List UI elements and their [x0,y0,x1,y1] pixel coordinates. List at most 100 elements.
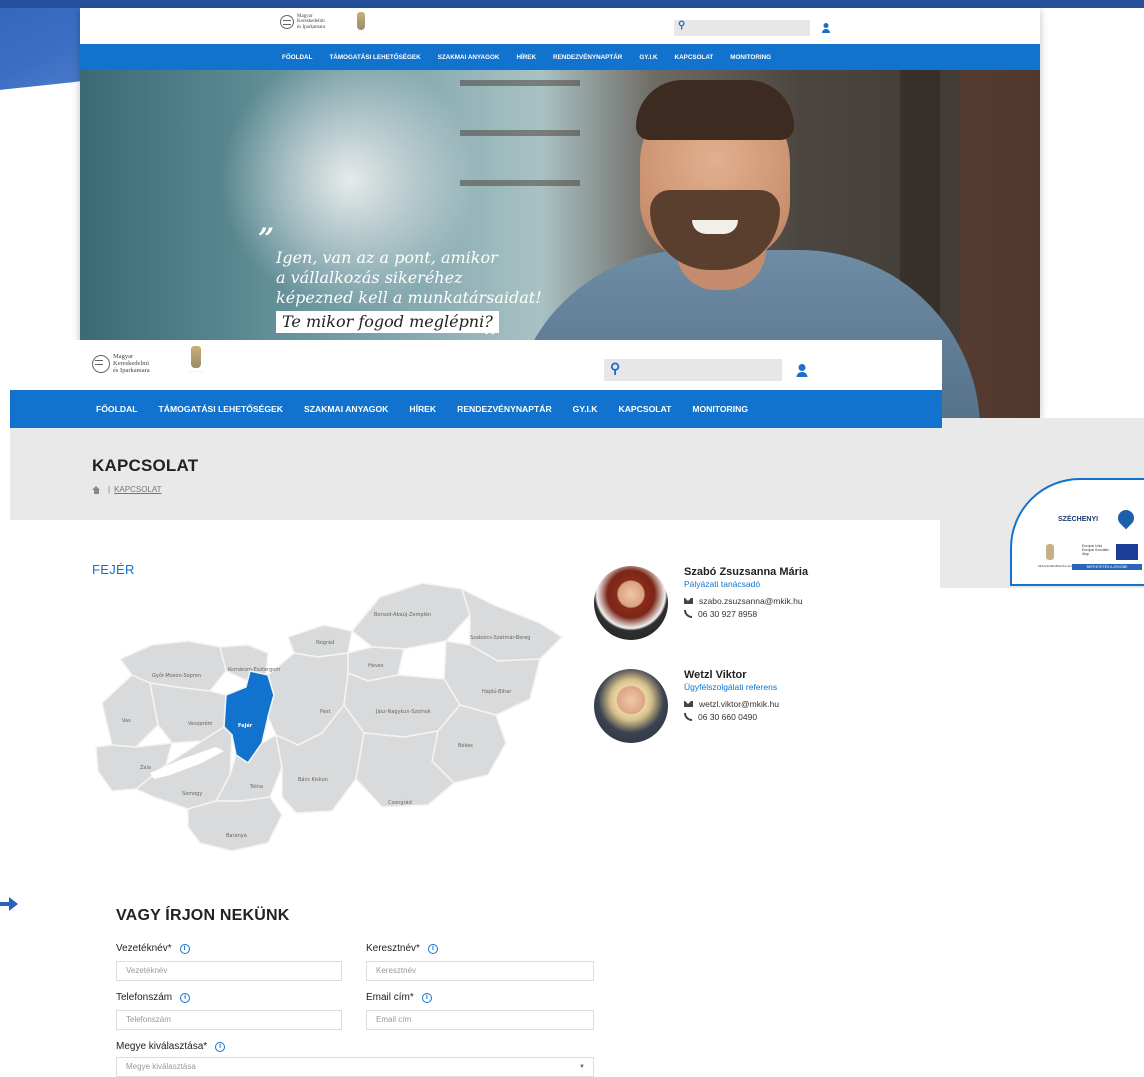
nav-item-contact[interactable]: KAPCSOLAT [675,54,714,61]
collage-stage: Magyar Kereskedelmi és Iparkamara · · · … [0,0,1144,1077]
nav-item-events[interactable]: RENDEZVÉNYNAPTÁR [457,404,552,414]
email-input[interactable]: Email cím [366,1010,594,1030]
county-label: Vas [122,718,131,724]
lastname-label: Vezetéknév* i [116,943,190,954]
county-label: Borsod-Abaúj-Zemplén [374,611,431,618]
form-title: VAGY ÍRJON NEKÜNK [116,907,290,924]
lastname-input[interactable]: Vezetéknév [116,961,342,981]
phone-input[interactable]: Telefonszám [116,1010,342,1030]
government-crest: · · · · · · [356,12,366,35]
info-icon[interactable]: i [421,992,432,1003]
top-band [0,0,1144,8]
contact-email[interactable]: szabo.zsuzsanna@mkik.hu [684,596,803,606]
contact-email[interactable]: wetzl.viktor@mkik.hu [684,699,779,709]
county-baranya[interactable] [187,796,283,852]
nav-item-faq[interactable]: GY.I.K [639,54,657,61]
phone-icon [684,713,692,721]
phone-text[interactable]: 06 30 927 8958 [698,609,757,619]
nav-item-home[interactable]: FŐOLDAL [96,404,138,414]
info-icon[interactable]: i [180,992,191,1003]
county-label: Szabolcs-Szatmár-Bereg [470,634,530,641]
county-label: Csongrád [388,799,412,806]
badge-title: SZÉCHENYI [1058,516,1099,523]
county-label: Hajdú-Bihar [482,688,512,695]
info-icon[interactable]: i [179,943,190,954]
phone-icon [684,610,692,618]
crest-icon [357,12,366,30]
logo-line: és Iparkamara [113,366,150,374]
pin-icon [1114,506,1138,530]
contact-role: Pályázati tanácsadó [684,579,761,589]
quote-line: a vállalkozás sikeréhez [276,268,463,287]
email-text[interactable]: wetzl.viktor@mkik.hu [699,699,779,709]
phone-label: Telefonszám i [116,992,191,1003]
nav-item-home[interactable]: FŐOLDAL [282,54,312,61]
county-label: Tolna [249,784,263,790]
nav-item-support[interactable]: TÁMOGATÁSI LEHETŐSÉGEK [159,404,283,414]
avatar [594,566,668,640]
contact-card: Szabó Zsuzsanna Mária Pályázati tanácsad… [594,566,854,646]
page-title: KAPCSOLAT [92,456,199,475]
county-label: Komárom-Esztergom [228,666,280,673]
county-label: Baranya [226,833,247,839]
nav-item-materials[interactable]: SZAKMAI ANYAGOK [304,404,388,414]
logo-line: Kereskedelmi [297,19,325,25]
breadcrumb: | KAPCSOLAT [92,485,162,494]
county-label: Zala [140,765,151,771]
county-select[interactable]: Megye kiválasztása ▼ [116,1057,594,1077]
contact-name: Wetzl Viktor [684,669,747,681]
nav-item-materials[interactable]: SZAKMAI ANYAGOK [438,54,500,61]
quote-mark: ” [258,222,275,255]
county-label: Fejér [238,722,253,729]
info-icon[interactable]: i [427,943,438,954]
header: Magyar Kereskedelmi és Iparkamara · · · … [10,340,942,390]
chevron-down-icon[interactable]: ▼ [579,1058,585,1076]
search-icon[interactable]: ⚲ [678,20,685,31]
county-label: Heves [368,663,384,669]
county-label: Nógrád [316,639,334,646]
main-nav: FŐOLDAL TÁMOGATÁSI LEHETŐSÉGEK SZAKMAI A… [10,390,942,428]
contact-phone[interactable]: 06 30 660 0490 [684,712,757,722]
search-input[interactable]: ⚲ [604,359,782,381]
nav-item-news[interactable]: HÍREK [516,54,536,61]
county-label: Pest [320,709,331,715]
info-icon[interactable]: i [215,1041,226,1052]
email-text[interactable]: szabo.zsuzsanna@mkik.hu [699,596,803,606]
user-icon[interactable] [822,23,830,33]
email-label: Email cím* i [366,992,432,1003]
county-vas[interactable] [101,674,159,748]
nav-item-monitoring[interactable]: MONITORING [692,404,748,414]
nav-item-monitoring[interactable]: MONITORING [730,54,771,61]
county-label: Békés [458,742,473,749]
hero-cta[interactable]: Te mikor fogod meglépni? [276,311,499,333]
firstname-label: Keresztnév* i [366,943,438,954]
avatar [594,669,668,743]
firstname-input[interactable]: Keresztnév [366,961,594,981]
crest-icon [1046,544,1054,560]
breadcrumb-separator: | [108,485,111,494]
contact-name: Szabó Zsuzsanna Mária [684,566,809,578]
arrow-right-icon [0,897,18,911]
breadcrumb-link[interactable]: KAPCSOLAT [114,485,161,494]
envelope-icon [684,598,693,604]
header: Magyar Kereskedelmi és Iparkamara · · · … [80,8,1040,44]
chamber-logo[interactable]: Magyar Kereskedelmi és Iparkamara [280,14,325,30]
hungary-county-map: Győr-Moson-Sopron Komárom-Esztergom Nógr… [95,582,564,852]
phone-text[interactable]: 06 30 660 0490 [698,712,757,722]
nav-item-support[interactable]: TÁMOGATÁSI LEHETŐSÉGEK [329,54,420,61]
chamber-logo[interactable]: Magyar Kereskedelmi és Iparkamara [92,353,150,374]
nav-item-events[interactable]: RENDEZVÉNYNAPTÁR [553,54,622,61]
nav-item-news[interactable]: HÍREK [409,404,436,414]
search-icon[interactable]: ⚲ [610,360,620,377]
globe-icon [280,14,294,29]
search-input[interactable]: ⚲ [674,20,810,36]
county-label: Jász-Nagykun-Szolnok [375,708,431,715]
nav-item-contact[interactable]: KAPCSOLAT [619,404,672,414]
nav-item-faq[interactable]: GY.I.K [573,404,598,414]
county-label: Megye kiválasztása* i [116,1041,226,1052]
home-icon[interactable] [92,485,101,494]
globe-icon [92,355,110,374]
main-nav: FŐOLDAL TÁMOGATÁSI LEHETŐSÉGEK SZAKMAI A… [80,44,1040,70]
user-icon[interactable] [796,364,807,377]
contact-phone[interactable]: 06 30 927 8958 [684,609,757,619]
